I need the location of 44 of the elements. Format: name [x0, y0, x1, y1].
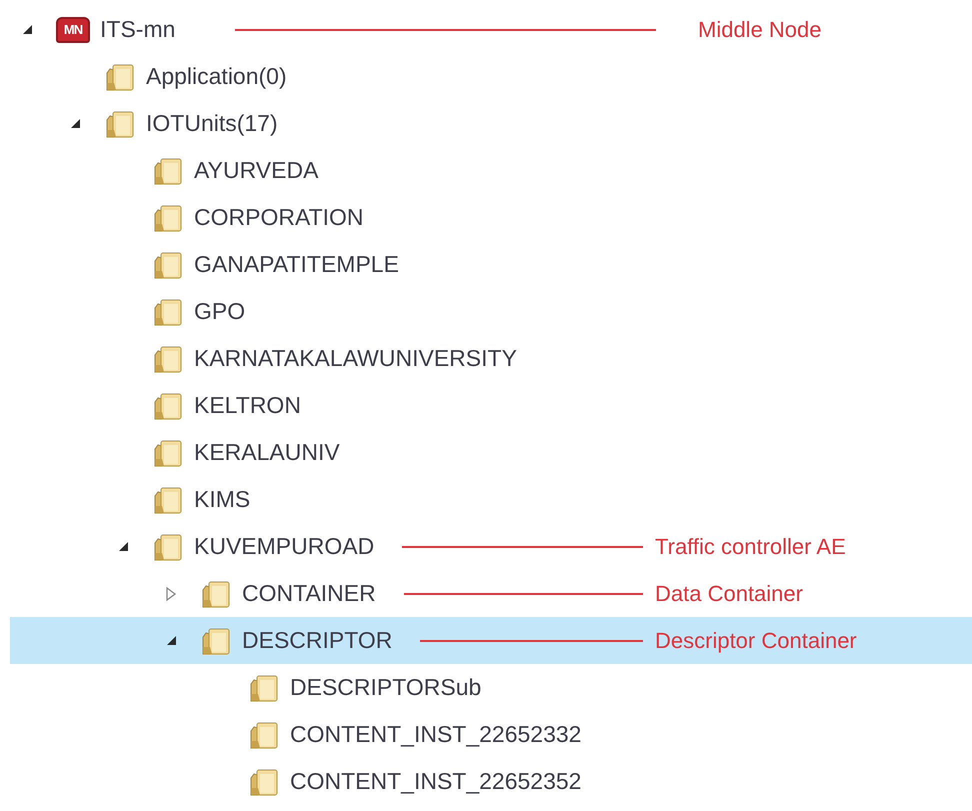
collapsed-arrow-icon[interactable]: [166, 586, 176, 600]
annotation-text: Descriptor Container: [655, 628, 858, 654]
tree-row[interactable]: KIMS: [10, 476, 972, 523]
tree-row[interactable]: KELTRON: [10, 382, 972, 429]
node-label: GPO: [194, 298, 246, 325]
tree-row[interactable]: CONTAINER Data Container: [10, 570, 972, 617]
tree-row[interactable]: CONTENT_INST_22652332: [10, 711, 972, 758]
annotation-text: Middle Node: [698, 16, 823, 42]
node-label: CONTENT_INST_22652332: [290, 721, 582, 748]
tree-row[interactable]: GPO: [10, 288, 972, 335]
annotation-text: Traffic controller AE: [655, 534, 847, 560]
node-label: GANAPATITEMPLE: [194, 251, 399, 278]
node-label: AYURVEDA: [194, 157, 318, 184]
tree-row[interactable]: CONTENT_INST_22652352: [10, 758, 972, 805]
node-label: KIMS: [194, 486, 250, 513]
annotation-text: Data Container: [655, 580, 804, 606]
expanded-arrow-icon[interactable]: [166, 635, 176, 646]
node-label: DESCRIPTOR: [242, 627, 392, 654]
tree-row[interactable]: KERALAUNIV: [10, 429, 972, 476]
node-label: DESCRIPTORSub: [290, 674, 482, 701]
expanded-arrow-icon[interactable]: [118, 541, 128, 552]
tree-row[interactable]: Application(0): [10, 53, 972, 100]
expanded-arrow-icon[interactable]: [70, 118, 80, 129]
node-label: ITS-mn: [100, 16, 176, 43]
tree-row[interactable]: KUVEMPUROAD Traffic controller AE: [10, 523, 972, 570]
tree-row[interactable]: CORPORATION: [10, 194, 972, 241]
node-label: CORPORATION: [194, 204, 364, 231]
node-label: CONTAINER: [242, 580, 376, 607]
node-label: Application(0): [146, 63, 287, 90]
node-label: KELTRON: [194, 392, 301, 419]
node-label: KERALAUNIV: [194, 439, 340, 466]
tree-row[interactable]: MN ITS-mn Middle Node: [10, 6, 972, 53]
tree-row[interactable]: DESCRIPTORSub: [10, 664, 972, 711]
expanded-arrow-icon[interactable]: [22, 24, 32, 35]
tree-row[interactable]: KARNATAKALAWUNIVERSITY: [10, 335, 972, 382]
node-label: KARNATAKALAWUNIVERSITY: [194, 345, 517, 372]
selected-tree-row[interactable]: DESCRIPTOR Descriptor Container: [10, 617, 972, 664]
tree-row[interactable]: IOTUnits(17): [10, 100, 972, 147]
node-label: KUVEMPUROAD: [194, 533, 374, 560]
node-label: CONTENT_INST_22652352: [290, 768, 582, 795]
node-logo-icon: MN: [56, 16, 90, 42]
tree-row[interactable]: GANAPATITEMPLE: [10, 241, 972, 288]
node-label: IOTUnits(17): [146, 110, 278, 137]
tree-row[interactable]: AYURVEDA: [10, 147, 972, 194]
